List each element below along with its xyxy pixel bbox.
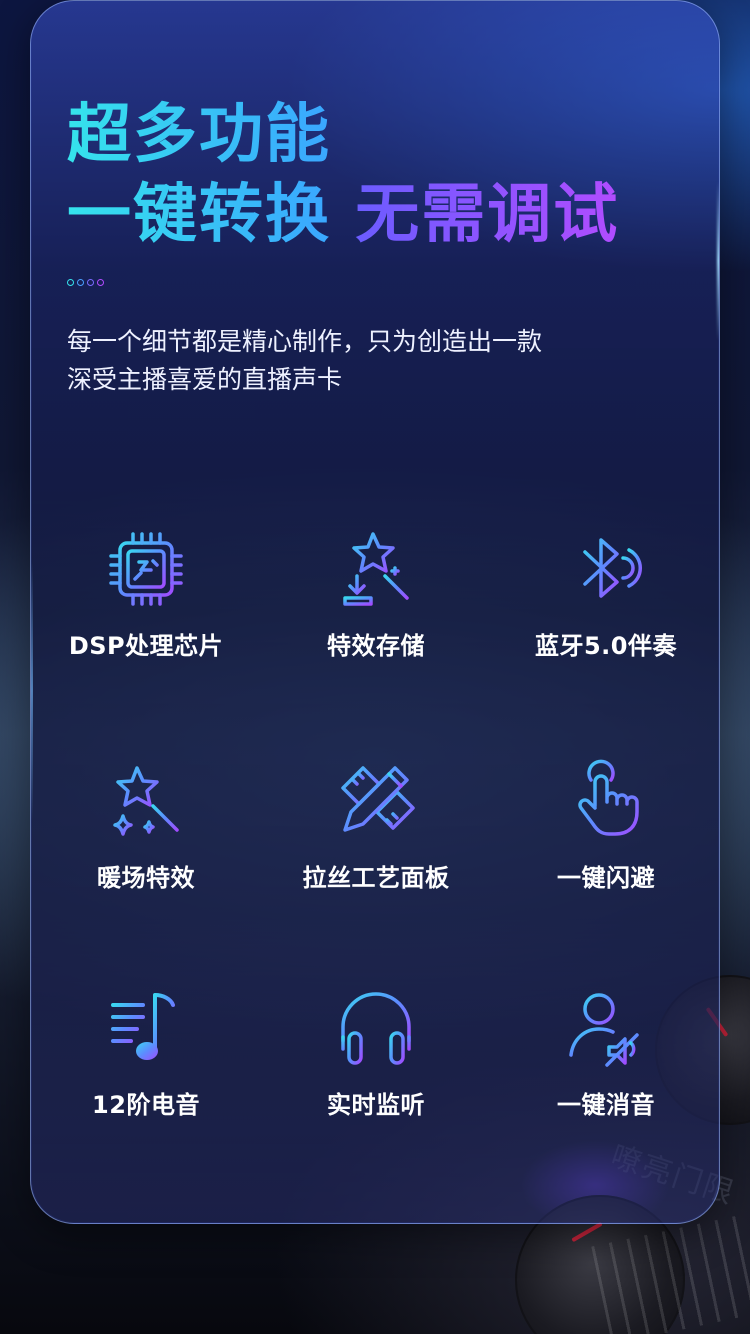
headline-text: 一键转换 xyxy=(67,178,331,252)
feature-label: 一键闪避 xyxy=(557,864,655,892)
music-note-icon xyxy=(111,993,175,1060)
dot xyxy=(97,279,104,286)
pencil-ruler-icon xyxy=(341,766,415,832)
feature-effect-storage: 特效存储 xyxy=(261,526,491,661)
feature-label: DSP处理芯片 xyxy=(68,632,224,660)
dot xyxy=(87,279,94,286)
headline-line-2: 一键转换 无需调试 xyxy=(67,183,619,247)
headline-text: 超多功能 xyxy=(67,98,331,172)
bluetooth-icon xyxy=(583,538,642,598)
description: 每一个细节都是精心制作，只为创造出一款 深受主播喜爱的直播声卡 xyxy=(67,323,687,399)
star-wand-icon xyxy=(113,766,179,836)
user-mute-icon xyxy=(569,993,639,1067)
headphones-icon xyxy=(341,992,411,1065)
feature-label: 拉丝工艺面板 xyxy=(302,864,450,892)
page: 嘹亮门限 超多功能 一键转换 无需调试 每一个细节都是精心制作，只为创造出一款 … xyxy=(0,0,750,1334)
feature-label: 12阶电音 xyxy=(92,1091,200,1119)
touch-hand-icon xyxy=(578,759,639,836)
magic-wand-storage-icon xyxy=(343,532,409,606)
card-edge-light xyxy=(717,181,719,341)
dot xyxy=(67,279,74,286)
description-line: 深受主播喜爱的直播声卡 xyxy=(67,365,343,394)
decorative-dots xyxy=(67,279,104,286)
feature-label: 一键消音 xyxy=(557,1091,655,1119)
feature-card: 超多功能 一键转换 无需调试 每一个细节都是精心制作，只为创造出一款 深受主播喜… xyxy=(30,0,720,1224)
feature-label: 蓝牙5.0伴奏 xyxy=(534,632,677,660)
feature-warmup-effect: 暖场特效 xyxy=(31,758,261,893)
feature-label: 暖场特效 xyxy=(97,864,195,892)
feature-brushed-panel: 拉丝工艺面板 xyxy=(261,758,491,893)
feature-one-key-mute: 一键消音 xyxy=(491,985,719,1120)
feature-dsp-chip: DSP处理芯片 xyxy=(31,526,261,661)
headline-line-1: 超多功能 xyxy=(67,103,331,167)
feature-label: 实时监听 xyxy=(327,1091,425,1119)
feature-12-level-electro: 12阶电音 xyxy=(31,985,261,1120)
headline-text-highlight: 无需调试 xyxy=(355,178,620,252)
feature-one-key-ducking: 一键闪避 xyxy=(491,758,719,893)
feature-realtime-monitor: 实时监听 xyxy=(261,985,491,1120)
chip-icon xyxy=(109,532,183,606)
dot xyxy=(77,279,84,286)
description-line: 每一个细节都是精心制作，只为创造出一款 xyxy=(67,327,543,356)
feature-label: 特效存储 xyxy=(327,632,425,660)
feature-bluetooth: 蓝牙5.0伴奏 xyxy=(491,526,719,661)
